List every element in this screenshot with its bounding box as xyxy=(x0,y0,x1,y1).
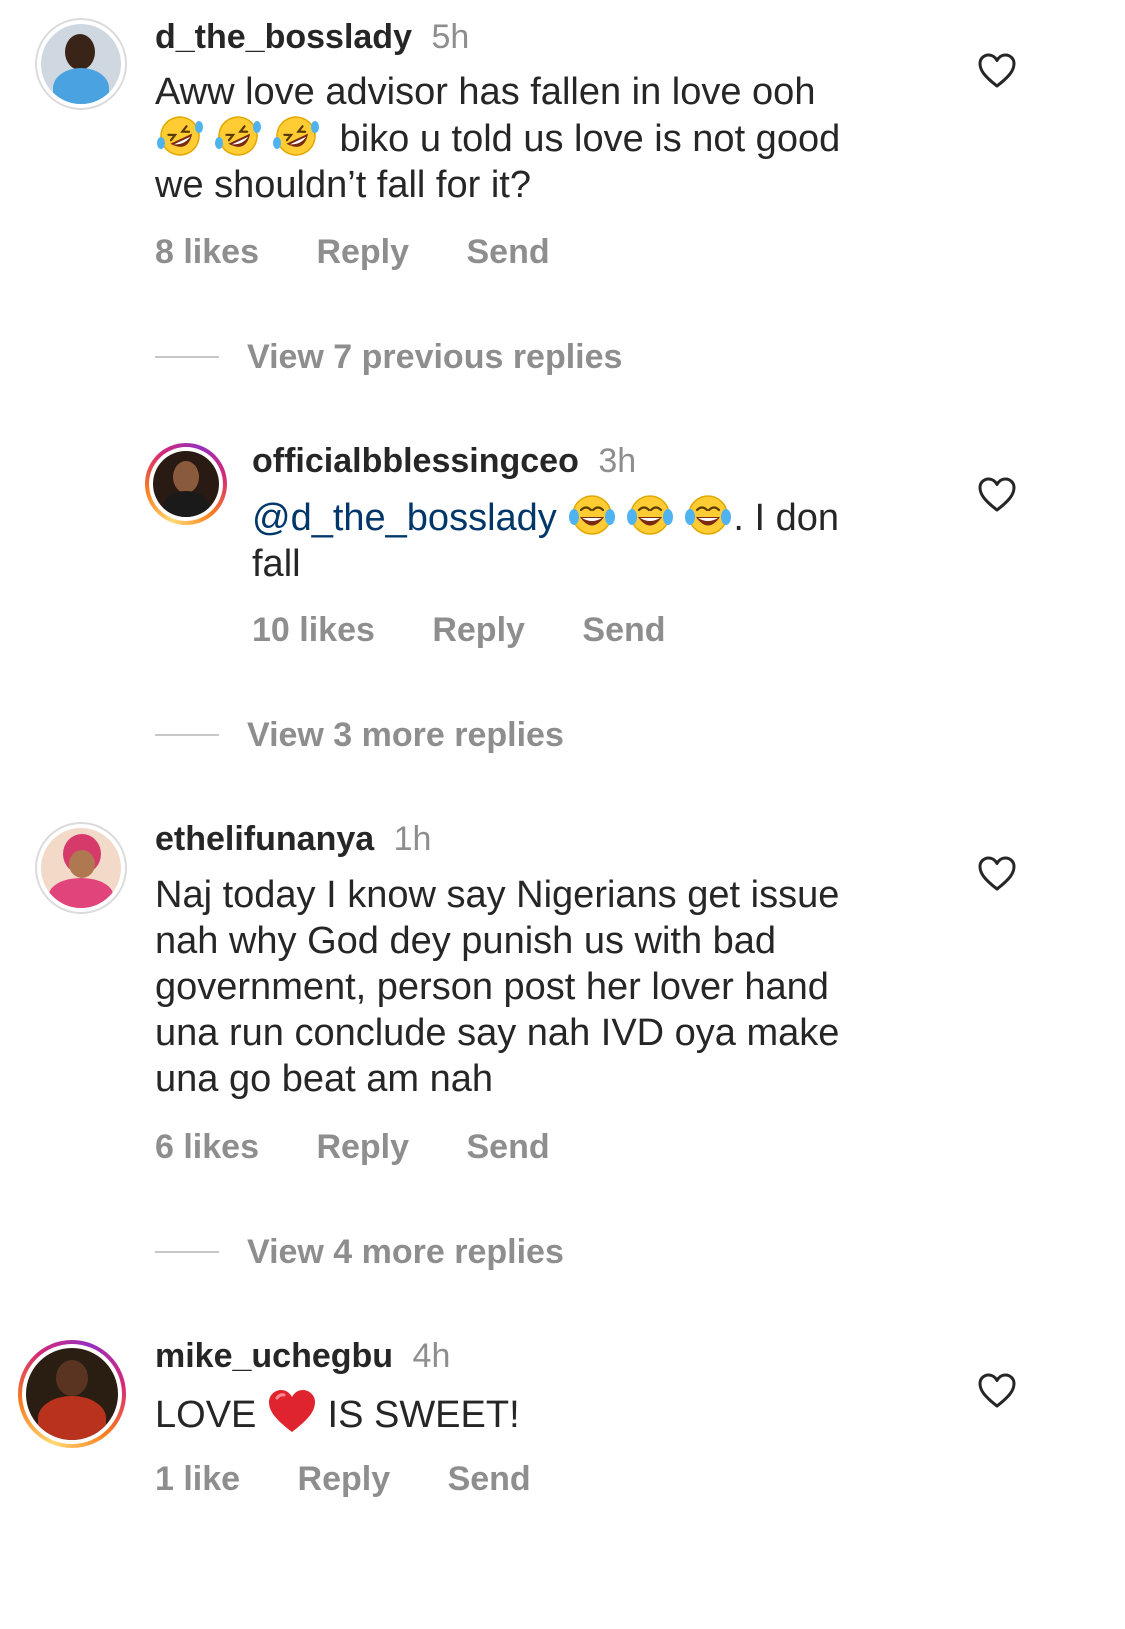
timestamp: 3h xyxy=(598,442,637,480)
timestamp: 4h xyxy=(412,1337,451,1375)
likes-count[interactable]: 1 like xyxy=(155,1460,240,1498)
username[interactable]: ethelifunanya xyxy=(155,820,374,858)
timestamp: 5h xyxy=(431,18,470,56)
send-button[interactable]: Send xyxy=(448,1460,531,1498)
face-with-tears-of-joy-emoji xyxy=(683,494,733,536)
rolling-on-floor-laughing-emoji xyxy=(271,115,321,157)
face-with-tears-of-joy-emoji xyxy=(567,494,617,536)
rolling-on-floor-laughing-emoji xyxy=(213,115,263,157)
face-with-tears-of-joy-emoji xyxy=(625,494,675,536)
divider-line xyxy=(155,1251,219,1253)
avatar-story-ring[interactable] xyxy=(18,1340,126,1448)
likes-count[interactable]: 10 likes xyxy=(252,611,375,649)
like-heart-icon[interactable] xyxy=(978,856,1016,892)
like-heart-icon[interactable] xyxy=(978,477,1016,513)
reply-button[interactable]: Reply xyxy=(316,1128,409,1166)
avatar[interactable] xyxy=(35,822,127,914)
mention-link[interactable]: @d_the_bosslady xyxy=(252,497,557,539)
timestamp: 1h xyxy=(393,820,432,858)
comment-text: Naj today I know say Nigerians get issue… xyxy=(155,874,840,1100)
divider-line xyxy=(155,734,219,736)
view-replies-toggle[interactable]: View 3 more replies xyxy=(155,715,564,755)
send-button[interactable]: Send xyxy=(466,233,549,271)
like-heart-icon[interactable] xyxy=(978,1373,1016,1409)
comment-text: Aww love advisor has fallen in love ooh … xyxy=(155,71,841,206)
send-button[interactable]: Send xyxy=(466,1128,549,1166)
username[interactable]: officialbblessingceo xyxy=(252,442,579,480)
send-button[interactable]: Send xyxy=(582,611,665,649)
reply-button[interactable]: Reply xyxy=(432,611,525,649)
likes-count[interactable]: 8 likes xyxy=(155,233,259,271)
comment-text: @d_the_bosslady . I don fall xyxy=(252,494,942,587)
username[interactable]: d_the_bosslady xyxy=(155,18,412,56)
view-replies-toggle[interactable]: View 4 more replies xyxy=(155,1232,564,1272)
divider-line xyxy=(155,356,219,358)
red-heart-emoji xyxy=(267,1389,317,1435)
avatar-story-ring[interactable] xyxy=(145,443,227,525)
like-heart-icon[interactable] xyxy=(978,53,1016,89)
reply-button[interactable]: Reply xyxy=(298,1460,391,1498)
username[interactable]: mike_uchegbu xyxy=(155,1337,393,1375)
reply-button[interactable]: Reply xyxy=(316,233,409,271)
rolling-on-floor-laughing-emoji xyxy=(155,115,205,157)
view-replies-toggle[interactable]: View 7 previous replies xyxy=(155,337,622,377)
comment-text: LOVE IS SWEET! xyxy=(155,1389,955,1438)
avatar[interactable] xyxy=(35,18,127,110)
likes-count[interactable]: 6 likes xyxy=(155,1128,259,1166)
